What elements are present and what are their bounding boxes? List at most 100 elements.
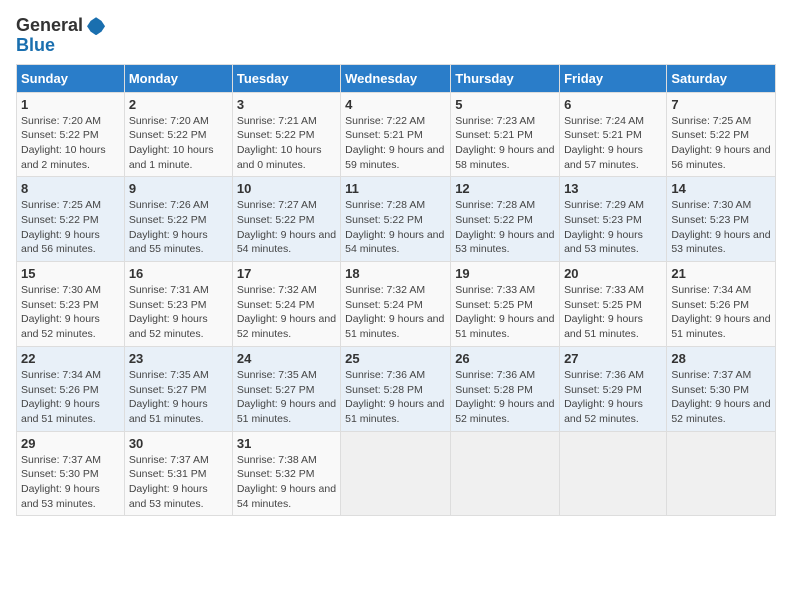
day-number: 24	[237, 351, 336, 366]
calendar-cell: 19 Sunrise: 7:33 AMSunset: 5:25 PMDayligh…	[451, 262, 560, 347]
day-number: 17	[237, 266, 336, 281]
calendar-cell	[667, 431, 776, 516]
day-number: 4	[345, 97, 446, 112]
calendar-cell: 27 Sunrise: 7:36 AMSunset: 5:29 PMDayligh…	[560, 346, 667, 431]
calendar-cell: 6Sunrise: 7:24 AMSunset: 5:21 PMDaylight…	[560, 92, 667, 177]
day-number: 16	[129, 266, 228, 281]
calendar-cell: 22 Sunrise: 7:34 AMSunset: 5:26 PMDayligh…	[17, 346, 125, 431]
header-monday: Monday	[124, 64, 232, 92]
calendar-cell	[341, 431, 451, 516]
day-number: 23	[129, 351, 228, 366]
calendar-cell: 26Sunrise: 7:36 AMSunset: 5:28 PMDayligh…	[451, 346, 560, 431]
day-info: Sunrise: 7:36 AMSunset: 5:28 PMDaylight:…	[455, 368, 555, 427]
day-number: 14	[671, 181, 771, 196]
calendar-cell: 8 Sunrise: 7:25 AMSunset: 5:22 PMDaylight…	[17, 177, 125, 262]
day-info: Sunrise: 7:25 AMSunset: 5:22 PMDaylight:…	[671, 114, 771, 173]
day-number: 25	[345, 351, 446, 366]
calendar-cell: 31 Sunrise: 7:38 AMSunset: 5:32 PMDayligh…	[232, 431, 340, 516]
header-friday: Friday	[560, 64, 667, 92]
day-info: Sunrise: 7:33 AMSunset: 5:25 PMDaylight:…	[455, 283, 555, 342]
logo-blue-text: Blue	[16, 36, 105, 56]
day-number: 5	[455, 97, 555, 112]
day-number: 11	[345, 181, 446, 196]
day-number: 29	[21, 436, 120, 451]
day-number: 22	[21, 351, 120, 366]
day-number: 3	[237, 97, 336, 112]
day-info: Sunrise: 7:28 AMSunset: 5:22 PMDaylight:…	[345, 198, 446, 257]
day-number: 19	[455, 266, 555, 281]
day-info: Sunrise: 7:38 AMSunset: 5:32 PMDaylight:…	[237, 453, 336, 512]
calendar-cell: 11 Sunrise: 7:28 AMSunset: 5:22 PMDayligh…	[341, 177, 451, 262]
day-info: Sunrise: 7:30 AMSunset: 5:23 PMDaylight:…	[671, 198, 771, 257]
day-info: Sunrise: 7:36 AMSunset: 5:28 PMDaylight:…	[345, 368, 446, 427]
day-info: Sunrise: 7:22 AMSunset: 5:21 PMDaylight:…	[345, 114, 446, 173]
calendar-cell: 2 Sunrise: 7:20 AMSunset: 5:22 PMDaylight…	[124, 92, 232, 177]
calendar-week-4: 22 Sunrise: 7:34 AMSunset: 5:26 PMDayligh…	[17, 346, 776, 431]
day-info: Sunrise: 7:25 AMSunset: 5:22 PMDaylight:…	[21, 198, 120, 257]
calendar-cell: 12 Sunrise: 7:28 AMSunset: 5:22 PMDayligh…	[451, 177, 560, 262]
day-info: Sunrise: 7:37 AMSunset: 5:30 PMDaylight:…	[671, 368, 771, 427]
day-number: 27	[564, 351, 662, 366]
calendar-cell: 24Sunrise: 7:35 AMSunset: 5:27 PMDayligh…	[232, 346, 340, 431]
day-info: Sunrise: 7:34 AMSunset: 5:26 PMDaylight:…	[671, 283, 771, 342]
calendar-cell: 9 Sunrise: 7:26 AMSunset: 5:22 PMDaylight…	[124, 177, 232, 262]
day-number: 15	[21, 266, 120, 281]
calendar-cell: 20 Sunrise: 7:33 AMSunset: 5:25 PMDayligh…	[560, 262, 667, 347]
calendar-cell: 7 Sunrise: 7:25 AMSunset: 5:22 PMDaylight…	[667, 92, 776, 177]
day-info: Sunrise: 7:23 AMSunset: 5:21 PMDaylight:…	[455, 114, 555, 173]
calendar-cell	[560, 431, 667, 516]
calendar-cell: 21 Sunrise: 7:34 AMSunset: 5:26 PMDayligh…	[667, 262, 776, 347]
calendar-cell: 4 Sunrise: 7:22 AMSunset: 5:21 PMDaylight…	[341, 92, 451, 177]
calendar-week-5: 29Sunrise: 7:37 AMSunset: 5:30 PMDayligh…	[17, 431, 776, 516]
day-info: Sunrise: 7:20 AMSunset: 5:22 PMDaylight:…	[129, 114, 228, 173]
day-number: 8	[21, 181, 120, 196]
calendar-cell: 30 Sunrise: 7:37 AMSunset: 5:31 PMDayligh…	[124, 431, 232, 516]
calendar-cell: 10 Sunrise: 7:27 AMSunset: 5:22 PMDayligh…	[232, 177, 340, 262]
day-number: 1	[21, 97, 120, 112]
logo: General Blue	[16, 16, 105, 56]
header-sunday: Sunday	[17, 64, 125, 92]
calendar-cell: 13Sunrise: 7:29 AMSunset: 5:23 PMDayligh…	[560, 177, 667, 262]
day-info: Sunrise: 7:28 AMSunset: 5:22 PMDaylight:…	[455, 198, 555, 257]
calendar-cell: 17 Sunrise: 7:32 AMSunset: 5:24 PMDayligh…	[232, 262, 340, 347]
day-info: Sunrise: 7:31 AMSunset: 5:23 PMDaylight:…	[129, 283, 228, 342]
day-number: 9	[129, 181, 228, 196]
calendar-week-1: 1 Sunrise: 7:20 AMSunset: 5:22 PMDaylight…	[17, 92, 776, 177]
day-info: Sunrise: 7:35 AMSunset: 5:27 PMDaylight:…	[129, 368, 228, 427]
calendar-cell: 15Sunrise: 7:30 AMSunset: 5:23 PMDayligh…	[17, 262, 125, 347]
day-number: 13	[564, 181, 662, 196]
day-number: 10	[237, 181, 336, 196]
day-number: 12	[455, 181, 555, 196]
calendar-cell: 14 Sunrise: 7:30 AMSunset: 5:23 PMDayligh…	[667, 177, 776, 262]
day-number: 21	[671, 266, 771, 281]
day-number: 6	[564, 97, 662, 112]
page-header: General Blue	[16, 16, 776, 56]
calendar-cell: 25 Sunrise: 7:36 AMSunset: 5:28 PMDayligh…	[341, 346, 451, 431]
logo-general-text: General	[16, 16, 105, 36]
day-info: Sunrise: 7:37 AMSunset: 5:31 PMDaylight:…	[129, 453, 228, 512]
calendar-week-3: 15Sunrise: 7:30 AMSunset: 5:23 PMDayligh…	[17, 262, 776, 347]
day-number: 20	[564, 266, 662, 281]
day-info: Sunrise: 7:34 AMSunset: 5:26 PMDaylight:…	[21, 368, 120, 427]
calendar-week-2: 8 Sunrise: 7:25 AMSunset: 5:22 PMDaylight…	[17, 177, 776, 262]
day-info: Sunrise: 7:33 AMSunset: 5:25 PMDaylight:…	[564, 283, 662, 342]
day-number: 28	[671, 351, 771, 366]
day-info: Sunrise: 7:27 AMSunset: 5:22 PMDaylight:…	[237, 198, 336, 257]
day-number: 2	[129, 97, 228, 112]
day-number: 31	[237, 436, 336, 451]
day-number: 7	[671, 97, 771, 112]
day-info: Sunrise: 7:32 AMSunset: 5:24 PMDaylight:…	[237, 283, 336, 342]
day-number: 18	[345, 266, 446, 281]
calendar-table: SundayMondayTuesdayWednesdayThursdayFrid…	[16, 64, 776, 517]
day-info: Sunrise: 7:36 AMSunset: 5:29 PMDaylight:…	[564, 368, 662, 427]
day-number: 30	[129, 436, 228, 451]
calendar-cell: 18Sunrise: 7:32 AMSunset: 5:24 PMDayligh…	[341, 262, 451, 347]
calendar-cell: 23 Sunrise: 7:35 AMSunset: 5:27 PMDayligh…	[124, 346, 232, 431]
calendar-cell: 5 Sunrise: 7:23 AMSunset: 5:21 PMDaylight…	[451, 92, 560, 177]
day-info: Sunrise: 7:20 AMSunset: 5:22 PMDaylight:…	[21, 114, 120, 173]
calendar-header-row: SundayMondayTuesdayWednesdayThursdayFrid…	[17, 64, 776, 92]
header-wednesday: Wednesday	[341, 64, 451, 92]
logo-icon	[87, 17, 105, 35]
day-info: Sunrise: 7:26 AMSunset: 5:22 PMDaylight:…	[129, 198, 228, 257]
day-info: Sunrise: 7:21 AMSunset: 5:22 PMDaylight:…	[237, 114, 336, 173]
